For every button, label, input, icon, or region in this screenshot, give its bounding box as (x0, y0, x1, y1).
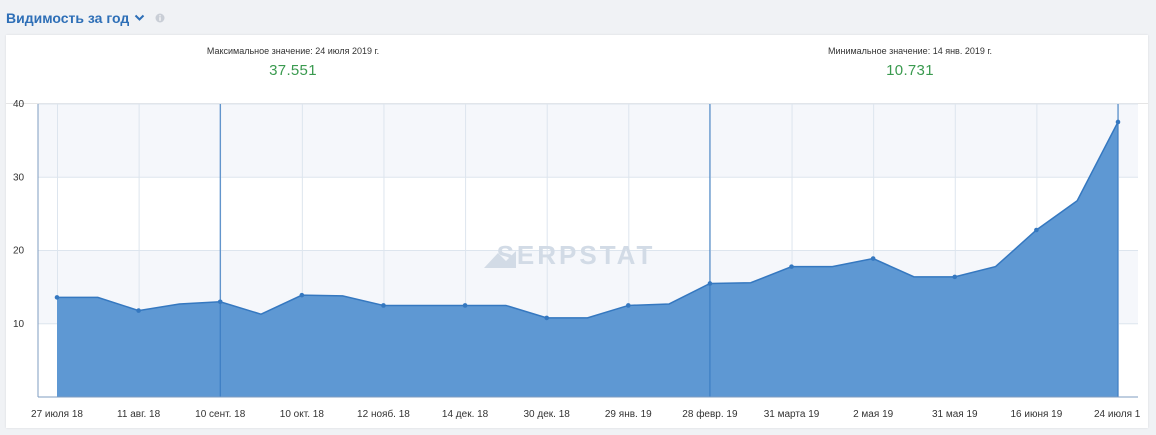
y-tick-label: 10 (13, 319, 25, 330)
chart-card: Максимальное значение: 24 июля 2019 г. 3… (6, 35, 1148, 428)
x-tick-label: 31 марта 19 (764, 409, 820, 420)
x-tick-label: 16 июня 19 (1010, 409, 1062, 420)
x-tick-label: 30 дек. 18 (524, 409, 571, 420)
x-tick-label: 29 янв. 19 (605, 409, 652, 420)
x-tick-label: 2 мая 19 (853, 409, 894, 420)
data-point (299, 292, 305, 298)
x-tick-label: 24 июля 1 (1094, 409, 1141, 420)
x-tick-label: 10 сент. 18 (195, 409, 246, 420)
data-point (54, 295, 60, 300)
x-tick-label: 10 окт. 18 (280, 409, 325, 420)
widget-title: Видимость за год (6, 10, 130, 26)
data-point (544, 315, 549, 321)
y-tick-label: 30 (13, 172, 25, 183)
y-tick-label: 20 (13, 246, 25, 257)
chevron-down-icon[interactable] (134, 14, 145, 22)
data-point (870, 256, 876, 261)
data-point (952, 274, 958, 280)
data-point (462, 303, 468, 308)
y-tick-label: 40 (13, 99, 25, 110)
x-tick-label: 14 дек. 18 (442, 409, 489, 420)
data-point (707, 281, 713, 286)
widget-header: Видимость за год (6, 8, 165, 28)
x-tick-label: 11 авг. 18 (117, 409, 161, 420)
x-tick-label: 31 мая 19 (932, 409, 978, 420)
watermark-text: SERPSTAT (497, 240, 656, 270)
x-tick-label: 27 июля 18 (31, 409, 83, 420)
x-tick-label: 12 нояб. 18 (357, 408, 410, 420)
data-point (136, 308, 141, 313)
data-point (1115, 119, 1121, 125)
plot-band (38, 104, 1138, 178)
visibility-area-chart: SERPSTAT 10 20 30 40 27 июля 18 11 авг. 18 10 с… (13, 99, 1141, 420)
data-point (381, 303, 386, 308)
data-point (217, 299, 223, 305)
data-point (1034, 227, 1039, 233)
data-point (626, 303, 631, 308)
data-point (789, 264, 794, 269)
info-icon[interactable] (155, 13, 165, 23)
x-tick-label: 28 февр. 19 (682, 408, 738, 420)
